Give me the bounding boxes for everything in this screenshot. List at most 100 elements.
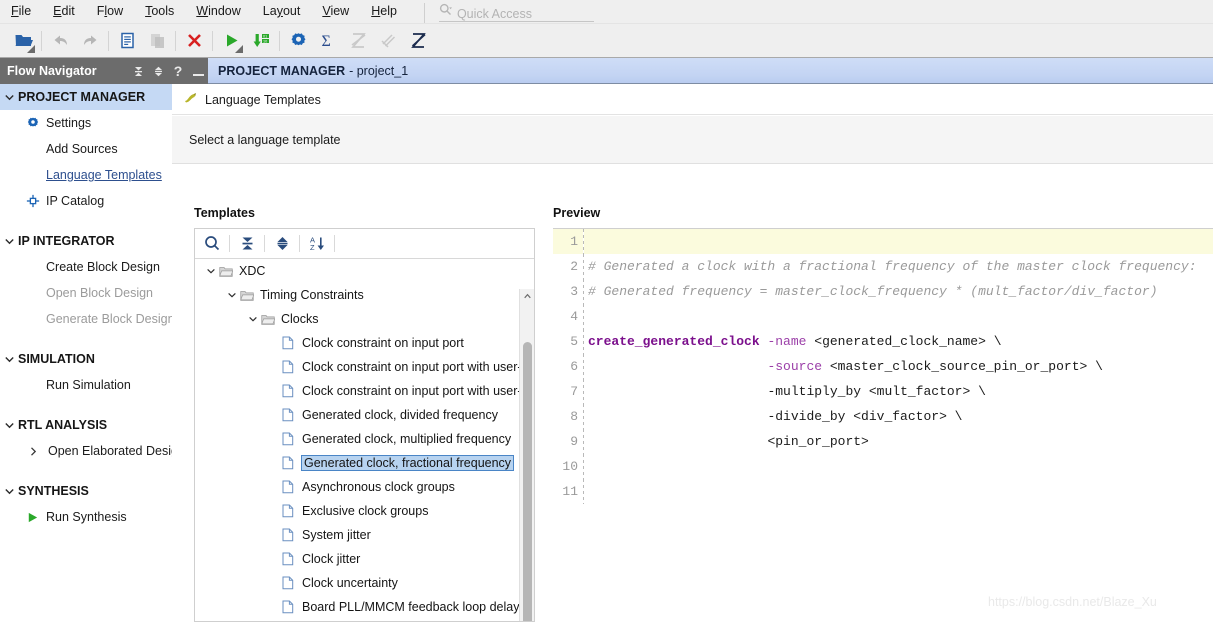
menu-item-edit[interactable]: Edit bbox=[42, 5, 86, 23]
tree-file-node[interactable]: Clock jitter bbox=[195, 547, 534, 571]
tab-language-templates[interactable]: Language Templates bbox=[172, 91, 321, 109]
expand-collapse-icon[interactable] bbox=[148, 60, 168, 82]
quick-access-input[interactable]: Quick Access bbox=[438, 3, 594, 22]
menu-bar: File Edit Flow Tools Window Layout View Help Qu… bbox=[0, 0, 1213, 24]
menu-item-tools[interactable]: Tools bbox=[134, 5, 185, 23]
flow-item-open-elaborated-design[interactable]: Open Elaborated Design bbox=[0, 438, 172, 464]
flow-item-label: Open Block Design bbox=[46, 286, 154, 300]
chevron-down-icon[interactable] bbox=[0, 354, 18, 365]
file-icon bbox=[282, 456, 301, 470]
tree-folder-node[interactable]: Clocks bbox=[195, 307, 534, 331]
tree-file-node[interactable]: Exclusive clock groups bbox=[195, 499, 534, 523]
toolbar-separator bbox=[108, 30, 109, 51]
flow-item-language-templates[interactable]: Language Templates bbox=[0, 162, 172, 188]
tree-node-label: Generated clock, fractional frequency bbox=[301, 455, 515, 471]
flow-group-ip-integrator[interactable]: IP INTEGRATOR bbox=[0, 228, 172, 254]
menu-item-help[interactable]: Help bbox=[360, 5, 408, 23]
chevron-down-icon[interactable] bbox=[245, 314, 261, 324]
tree-node-label: Clock constraint on input port with user… bbox=[302, 384, 522, 398]
code-line[interactable]: 3 # Generated frequency = master_clock_fr… bbox=[553, 279, 1213, 304]
run-icon[interactable] bbox=[216, 26, 246, 56]
download-bitstream-icon[interactable]: 01 10 bbox=[246, 26, 276, 56]
flow-item-settings[interactable]: Settings bbox=[0, 110, 172, 136]
code-line[interactable]: 5 create_generated_clock -name <generated… bbox=[553, 329, 1213, 354]
search-icon[interactable] bbox=[195, 230, 229, 258]
flow-group-rtl-analysis[interactable]: RTL ANALYSIS bbox=[0, 412, 172, 438]
flow-group-project-manager[interactable]: PROJECT MANAGER bbox=[0, 84, 172, 110]
dropdown-caret-icon[interactable] bbox=[27, 44, 35, 53]
drc-icon[interactable] bbox=[403, 26, 433, 56]
tree-file-node[interactable]: Generated clock, divided frequency bbox=[195, 403, 534, 427]
code-line[interactable]: 2 # Generated a clock with a fractional f… bbox=[553, 254, 1213, 279]
minimize-icon[interactable] bbox=[188, 60, 208, 82]
code-line[interactable]: 4 bbox=[553, 304, 1213, 329]
flow-item-ip-catalog[interactable]: IP Catalog bbox=[0, 188, 172, 214]
flow-group-simulation[interactable]: SIMULATION bbox=[0, 346, 172, 372]
tree-node-label: Timing Constraints bbox=[260, 288, 364, 302]
collapse-all-icon[interactable] bbox=[230, 230, 264, 258]
code-text: <pin_or_port> bbox=[584, 429, 1213, 454]
chevron-down-icon[interactable] bbox=[203, 266, 219, 276]
code-line[interactable]: 8 -divide_by <div_factor> \ bbox=[553, 404, 1213, 429]
tree-file-node[interactable]: Asynchronous clock groups bbox=[195, 475, 534, 499]
flow-item-label: Settings bbox=[46, 116, 92, 130]
code-text: -divide_by <div_factor> \ bbox=[584, 404, 1213, 429]
code-line[interactable]: 1 bbox=[553, 229, 1213, 254]
help-icon[interactable]: ? bbox=[168, 60, 188, 82]
chevron-down-icon[interactable] bbox=[0, 420, 18, 431]
tree-file-node[interactable]: Generated clock, multiplied frequency bbox=[195, 427, 534, 451]
menu-item-file[interactable]: File bbox=[0, 5, 42, 23]
scrollbar-thumb[interactable] bbox=[523, 342, 532, 621]
chevron-down-icon[interactable] bbox=[0, 486, 18, 497]
tree-file-node[interactable]: Board PLL/MMCM feedback loop delay bbox=[195, 595, 534, 619]
flow-item-generate-block-design: Generate Block Design bbox=[0, 306, 172, 332]
code-line[interactable]: 6 -source <master_clock_source_pin_or_po… bbox=[553, 354, 1213, 379]
templates-toolbar: AZ bbox=[195, 229, 534, 259]
play-icon bbox=[26, 511, 46, 524]
language-templates-tabbar: Language Templates bbox=[172, 85, 1213, 115]
menu-item-window[interactable]: Window bbox=[185, 5, 251, 23]
sort-az-icon[interactable]: AZ bbox=[300, 230, 334, 258]
svg-text:10: 10 bbox=[263, 39, 267, 43]
tree-file-node[interactable]: System jitter bbox=[195, 523, 534, 547]
scroll-up-icon[interactable] bbox=[520, 289, 534, 304]
settings-gear-icon[interactable] bbox=[283, 26, 313, 56]
copy-icon[interactable] bbox=[112, 26, 142, 56]
templates-tree[interactable]: XDC Timing Constraints Clocks Clock constra… bbox=[195, 259, 534, 621]
flow-item-label: Run Synthesis bbox=[46, 510, 127, 524]
flow-item-create-block-design[interactable]: Create Block Design bbox=[0, 254, 172, 280]
flow-item-run-synthesis[interactable]: Run Synthesis bbox=[0, 504, 172, 530]
flow-item-run-simulation[interactable]: Run Simulation bbox=[0, 372, 172, 398]
collapse-all-icon[interactable] bbox=[128, 60, 148, 82]
open-project-icon[interactable] bbox=[8, 26, 38, 56]
templates-scrollbar[interactable] bbox=[519, 289, 534, 621]
file-icon bbox=[282, 576, 301, 590]
preview-code-panel[interactable]: 1 2 # Generated a clock with a fractional … bbox=[553, 228, 1213, 622]
code-line[interactable]: 9 <pin_or_port> bbox=[553, 429, 1213, 454]
chevron-down-icon[interactable] bbox=[0, 236, 18, 247]
expand-all-icon[interactable] bbox=[265, 230, 299, 258]
chevron-down-icon[interactable] bbox=[224, 290, 240, 300]
menu-item-view[interactable]: View bbox=[311, 5, 360, 23]
flow-group-synthesis[interactable]: SYNTHESIS bbox=[0, 478, 172, 504]
chevron-down-icon[interactable] bbox=[0, 92, 18, 103]
tree-folder-node[interactable]: Timing Constraints bbox=[195, 283, 534, 307]
flow-item-add-sources[interactable]: Add Sources bbox=[0, 136, 172, 162]
menu-item-layout[interactable]: Layout bbox=[252, 5, 312, 23]
tree-file-node[interactable]: Clock constraint on input port with user… bbox=[195, 379, 534, 403]
dropdown-caret-icon[interactable] bbox=[235, 44, 243, 53]
tree-folder-node[interactable]: XDC bbox=[195, 259, 534, 283]
tree-file-node[interactable]: Clock constraint on input port bbox=[195, 331, 534, 355]
tree-file-node[interactable]: Clock uncertainty bbox=[195, 571, 534, 595]
menu-item-flow[interactable]: Flow bbox=[86, 5, 134, 23]
code-line[interactable]: 10 bbox=[553, 454, 1213, 479]
report-sum-icon[interactable]: Σ bbox=[313, 26, 343, 56]
delete-icon[interactable] bbox=[179, 26, 209, 56]
tree-file-node[interactable]: Clock constraint on input port with user… bbox=[195, 355, 534, 379]
tree-file-node[interactable]: Generated clock, fractional frequency bbox=[195, 451, 534, 475]
code-line[interactable]: 11 bbox=[553, 479, 1213, 504]
code-line[interactable]: 7 -multiply_by <mult_factor> \ bbox=[553, 379, 1213, 404]
flow-group-label: RTL ANALYSIS bbox=[18, 418, 108, 432]
